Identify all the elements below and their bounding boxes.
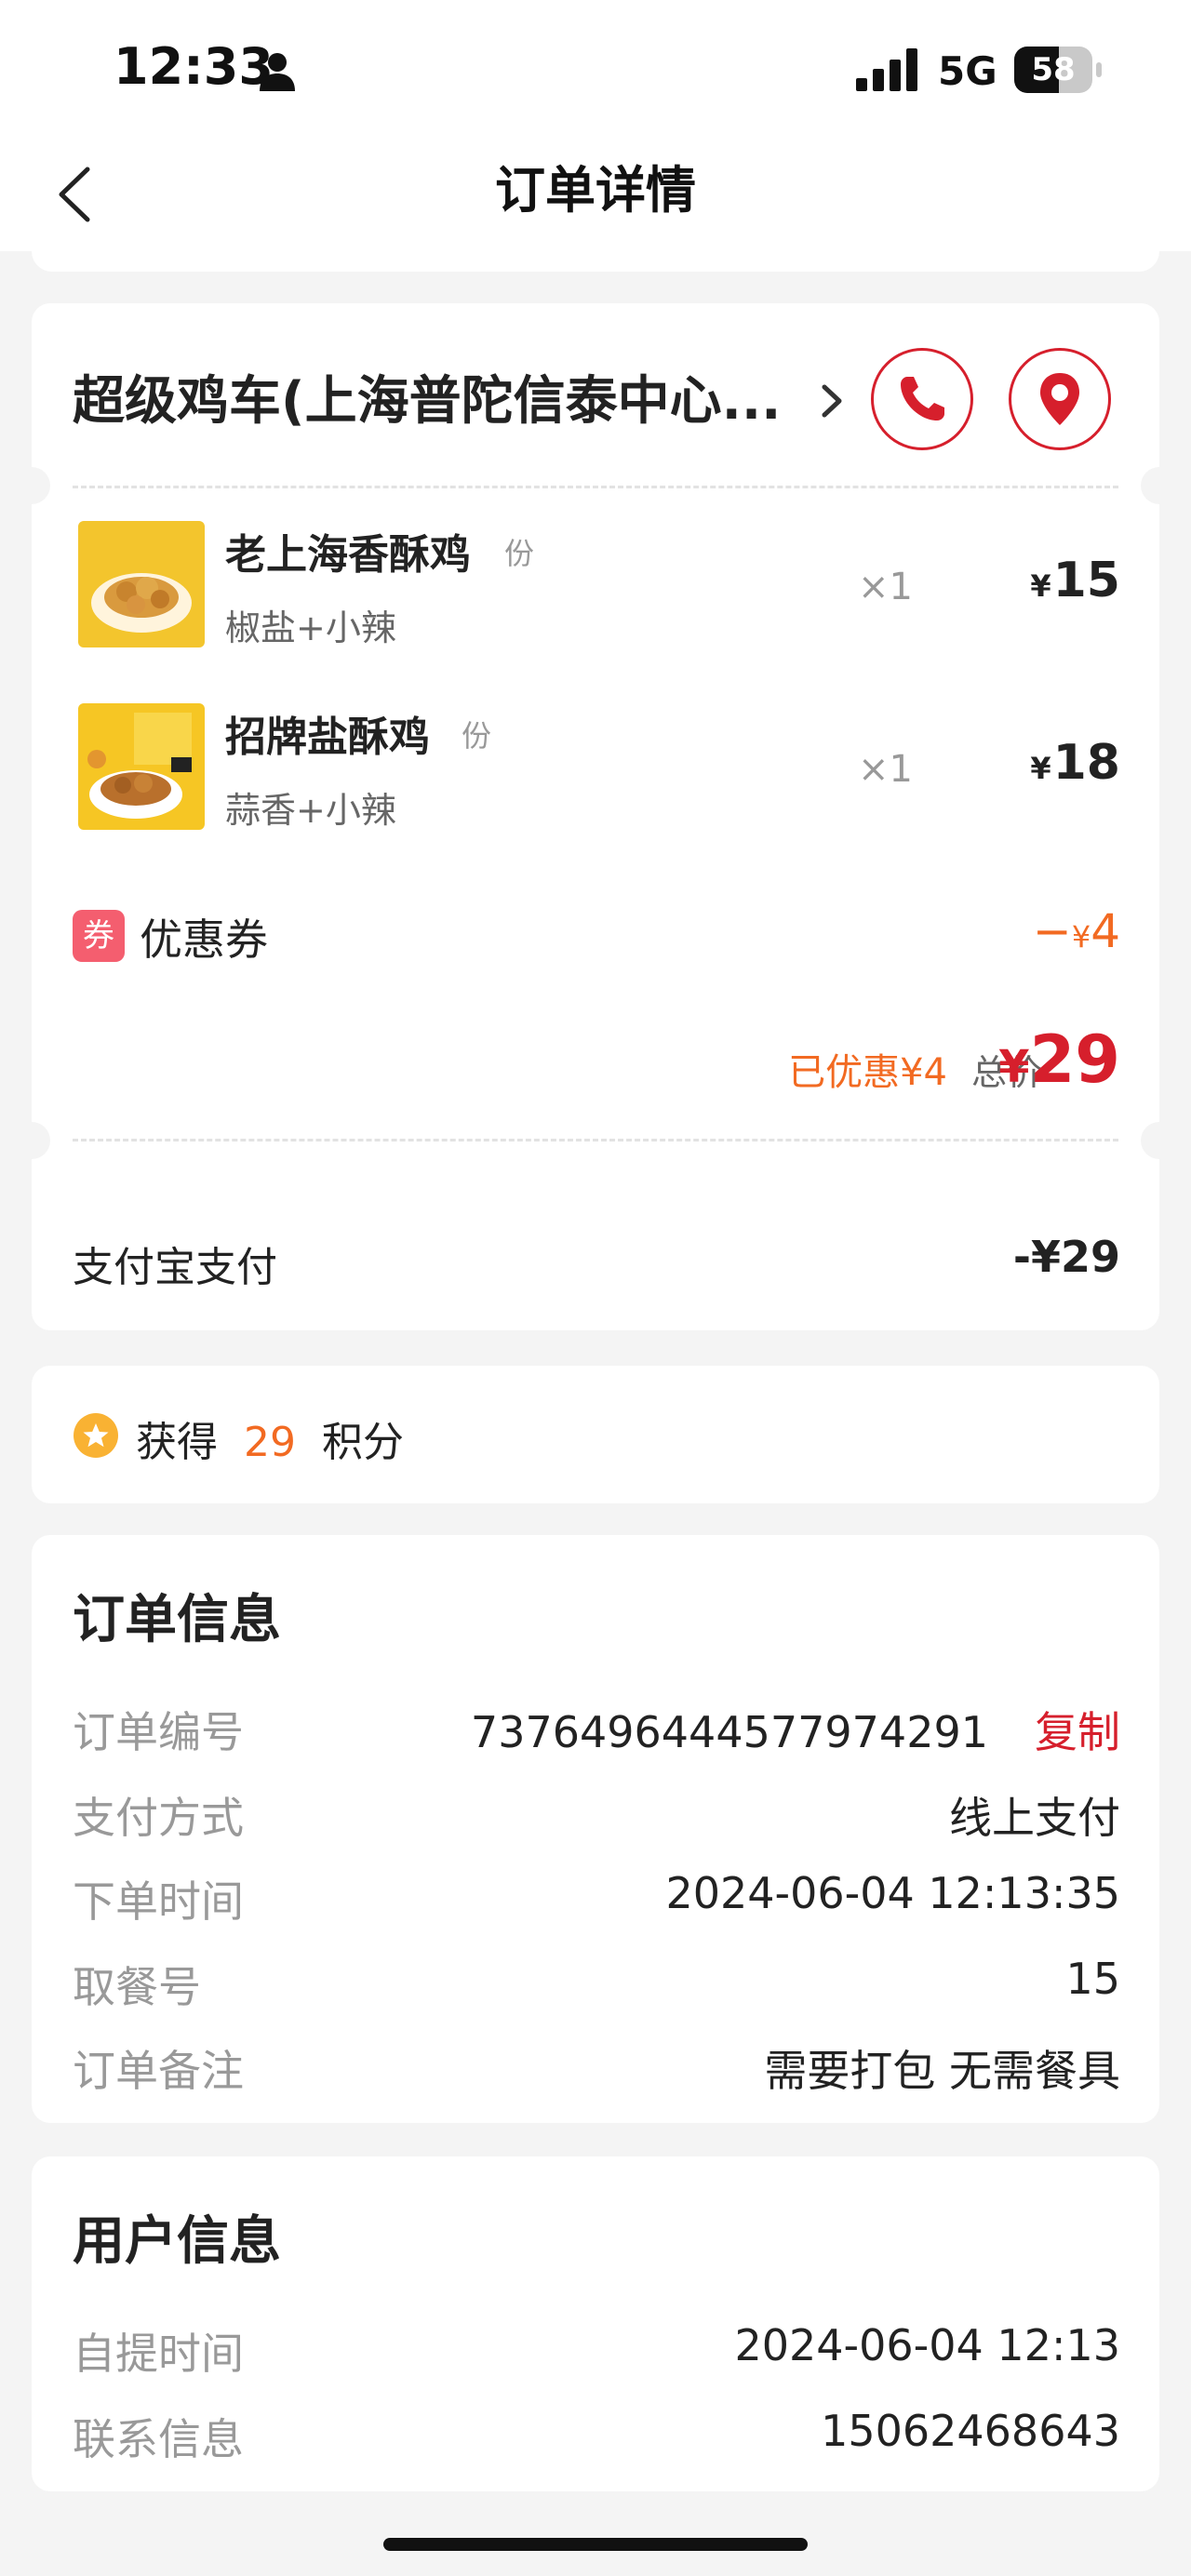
coupon-amount: −¥4 [1033, 904, 1120, 958]
info-value: 线上支付 [949, 1793, 1120, 1843]
info-label: 下单时间 [73, 1876, 244, 1927]
discount-text: 已优惠¥4 [788, 1051, 947, 1094]
section-title: 用户信息 [73, 2211, 281, 2272]
network-label: 5G [938, 48, 997, 94]
points-suffix: 积分 [295, 1419, 404, 1466]
payment-amount: -¥29 [1012, 1232, 1120, 1282]
info-label: 支付方式 [73, 1793, 244, 1843]
points-value: 29 [243, 1419, 296, 1466]
section-title: 订单信息 [73, 1590, 281, 1650]
previous-card-edge [32, 251, 1159, 272]
info-value: 15062468643 [821, 2406, 1120, 2456]
food-image [78, 521, 205, 647]
order-number-value: 7376496444577974291 [470, 1707, 988, 1757]
status-bar: 12:33 5G 58 [0, 0, 1191, 140]
star-icon [74, 1413, 118, 1458]
coupon-amount-value: 4 [1091, 904, 1120, 958]
total-price: ¥29 [998, 1021, 1120, 1098]
user-info-card: 用户信息 自提时间 2024-06-04 12:13 联系信息 15062468… [32, 2156, 1159, 2491]
info-label: 订单备注 [73, 2046, 244, 2096]
status-time: 12:33 [114, 37, 274, 96]
item-unit: 份 [462, 718, 492, 754]
phone-icon [901, 377, 944, 420]
info-value: 需要打包 无需餐具 [764, 2046, 1120, 2096]
item-price: ¥18 [1030, 735, 1120, 791]
order-info-card: 订单信息 订单编号 7376496444577974291 复制 支付方式 线上支… [32, 1535, 1159, 2123]
item-quantity: ×1 [858, 748, 913, 791]
nav-bar: 订单详情 [0, 140, 1191, 251]
item-name: 招牌盐酥鸡 [225, 714, 430, 761]
item-name: 老上海香酥鸡 [225, 531, 471, 579]
currency-symbol: ¥ [998, 1041, 1030, 1093]
info-value: 2024-06-04 12:13 [734, 2320, 1120, 2370]
item-spec: 椒盐+小辣 [225, 607, 396, 648]
card-notch [1141, 467, 1178, 504]
info-value: 2024-06-04 12:13:35 [665, 1868, 1120, 1918]
copy-button[interactable]: 复制 [1035, 1707, 1120, 1757]
signal-icon [856, 48, 917, 91]
chevron-right-icon[interactable] [819, 381, 845, 420]
call-button[interactable] [871, 348, 973, 450]
item-price-value: 18 [1052, 735, 1120, 791]
order-card: 超级鸡车(上海普陀信泰中心... 老上海香酥鸡 份 椒盐+小辣 ×1 ¥15 招… [13, 303, 1178, 1330]
info-label: 取餐号 [73, 1962, 201, 2012]
info-label: 订单编号 [73, 1707, 244, 1757]
location-pin-icon [1040, 373, 1079, 425]
dashed-divider [73, 1139, 1118, 1141]
total-price-value: 29 [1029, 1021, 1120, 1098]
item-price-value: 15 [1052, 553, 1120, 608]
food-image [78, 703, 205, 830]
info-label: 联系信息 [73, 2414, 244, 2464]
currency-symbol: ¥ [1030, 751, 1051, 786]
points-prefix: 获得 [136, 1419, 244, 1466]
location-button[interactable] [1009, 348, 1111, 450]
home-indicator[interactable] [383, 2538, 808, 2551]
points-card: 获得 29 积分 [32, 1366, 1159, 1503]
card-notch [13, 1122, 50, 1159]
item-quantity: ×1 [858, 566, 913, 608]
coupon-label: 优惠券 [140, 914, 268, 965]
payment-method: 支付宝支付 [73, 1244, 277, 1291]
order-number: 7376496444577974291 复制 [471, 1699, 1120, 1760]
card-notch [1141, 1122, 1178, 1159]
info-label: 自提时间 [73, 2329, 244, 2379]
item-unit: 份 [504, 536, 535, 571]
info-value: 15 [1065, 1954, 1120, 2004]
page-title: 订单详情 [495, 161, 696, 220]
currency-symbol: ¥ [1030, 568, 1051, 604]
card-notch [13, 467, 50, 504]
store-name[interactable]: 超级鸡车(上海普陀信泰中心... [73, 359, 781, 434]
coupon-icon: 券 [73, 910, 125, 962]
item-price: ¥15 [1030, 553, 1120, 608]
points-text: 获得 29 积分 [136, 1408, 404, 1468]
minus-sign: − [1032, 904, 1072, 958]
battery-level: 58 [1031, 51, 1076, 88]
person-icon [260, 53, 295, 91]
item-spec: 蒜香+小辣 [225, 790, 396, 831]
dashed-divider [73, 486, 1118, 488]
currency-symbol: ¥ [1071, 919, 1091, 954]
